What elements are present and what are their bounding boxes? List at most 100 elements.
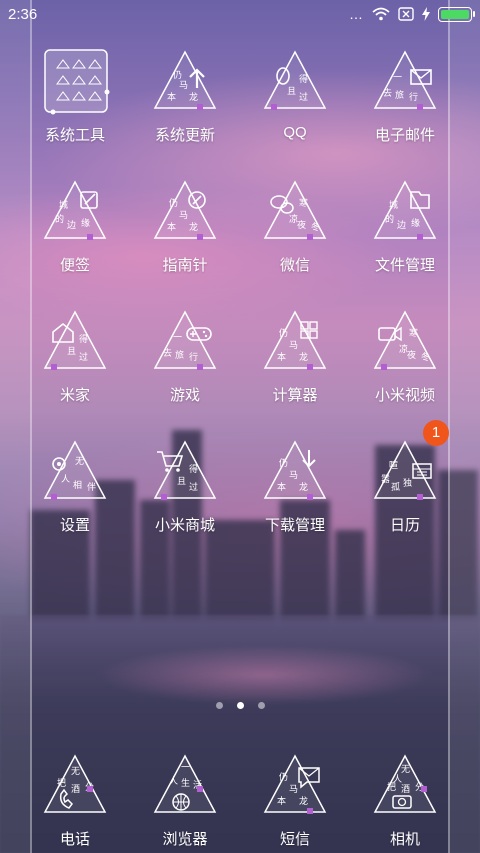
svg-text:马: 马: [179, 80, 188, 91]
app-label: 系统工具: [44, 127, 105, 144]
svg-text:孤: 孤: [391, 481, 400, 493]
svg-text:冬: 冬: [311, 221, 320, 233]
app-file-manager[interactable]: 城的边缘 文件管理: [350, 178, 460, 275]
svg-text:的: 的: [385, 213, 394, 225]
app-label: 小米商城: [154, 517, 215, 534]
app-system-tools[interactable]: 系统工具: [20, 48, 130, 145]
svg-text:龙: 龙: [299, 795, 308, 807]
note-icon: 城的边缘: [43, 178, 107, 242]
page-indicator[interactable]: [0, 702, 480, 709]
home-icon: 得且过: [43, 308, 107, 372]
app-messages[interactable]: 仍马本 龙 短信: [240, 752, 350, 849]
app-calendar[interactable]: 喧嚣孤独 1 日历: [350, 420, 460, 535]
svg-text:本: 本: [167, 91, 176, 103]
app-label: 下载管理: [264, 517, 325, 534]
status-bar: 2:36 …: [0, 0, 480, 28]
app-label: 设置: [59, 517, 90, 534]
svg-text:嚣: 嚣: [381, 474, 390, 485]
page-dot[interactable]: [215, 702, 223, 709]
app-games[interactable]: 一去旅行 游戏: [130, 308, 240, 405]
svg-text:城: 城: [59, 200, 68, 211]
app-label: 电话: [59, 831, 90, 848]
svg-text:得: 得: [79, 333, 88, 345]
app-system-update[interactable]: 仍马本 龙 系统更新: [130, 48, 240, 145]
svg-text:喧: 喧: [389, 459, 398, 471]
more-dots-icon: …: [349, 6, 364, 22]
file-icon: 城的边缘: [373, 178, 437, 242]
camera-icon: 无人把酒分: [373, 752, 437, 816]
app-notes[interactable]: 城的边缘 便签: [20, 178, 130, 275]
app-settings[interactable]: 无人相伴 设置: [20, 438, 130, 535]
mail-icon: 一去旅行: [373, 48, 437, 112]
svg-text:过: 过: [299, 91, 308, 103]
svg-text:夜: 夜: [407, 349, 416, 361]
svg-text:马: 马: [289, 470, 298, 481]
svg-text:无: 无: [71, 766, 80, 777]
app-mi-store[interactable]: 得且过 小米商城: [130, 438, 240, 535]
svg-text:生: 生: [181, 777, 190, 789]
app-label: 电子邮件: [374, 127, 435, 144]
svg-text:冬: 冬: [421, 351, 430, 363]
app-download-manager[interactable]: 仍马本 龙 下载管理: [240, 438, 350, 535]
video-icon: 寒凉夜冬: [373, 308, 437, 372]
compass-icon: 仍马本 龙: [153, 178, 217, 242]
app-wechat[interactable]: 寒凉夜冬 微信: [240, 178, 350, 275]
svg-text:龙: 龙: [299, 481, 308, 493]
wechat-icon: 寒凉夜冬: [263, 178, 327, 242]
app-browser[interactable]: 一人生活 浏览器: [130, 752, 240, 849]
svg-text:酒: 酒: [401, 784, 410, 795]
app-label: 短信: [279, 831, 310, 848]
app-label: 日历: [389, 517, 420, 534]
svg-text:酒: 酒: [71, 784, 80, 795]
svg-text:仍: 仍: [173, 69, 182, 81]
app-label: 浏览器: [162, 831, 208, 848]
svg-text:的: 的: [55, 213, 64, 225]
svg-text:寒: 寒: [299, 197, 308, 209]
app-label: 游戏: [169, 387, 200, 404]
app-mijia[interactable]: 得且过 米家: [20, 308, 130, 405]
svg-text:无: 无: [401, 764, 410, 775]
app-camera[interactable]: 无人把酒分 相机: [350, 752, 460, 849]
calculator-icon: 仍马本 龙: [263, 308, 327, 372]
app-phone[interactable]: 无把酒分 电话: [20, 752, 130, 849]
gamepad-icon: 一去旅行: [153, 308, 217, 372]
app-qq[interactable]: 得且过 QQ: [240, 48, 350, 141]
message-icon: 仍马本 龙: [263, 752, 327, 816]
svg-text:本: 本: [277, 481, 286, 493]
app-mi-video[interactable]: 寒凉夜冬 小米视频: [350, 308, 460, 405]
svg-text:马: 马: [289, 340, 298, 351]
app-calculator[interactable]: 仍马本 龙 计算器: [240, 308, 350, 405]
qq-icon: 得且过: [263, 48, 327, 112]
app-label: 系统更新: [154, 127, 215, 144]
svg-text:无: 无: [75, 456, 84, 467]
svg-text:寒: 寒: [409, 327, 418, 339]
page-dot[interactable]: [257, 702, 265, 709]
svg-text:边: 边: [67, 220, 76, 231]
svg-text:仍: 仍: [279, 327, 288, 339]
phone-icon: 无把酒分: [43, 752, 107, 816]
svg-text:相: 相: [73, 479, 82, 491]
app-email[interactable]: 一去旅行 电子邮件: [350, 48, 460, 145]
app-label: 小米视频: [374, 387, 435, 404]
svg-text:得: 得: [299, 73, 308, 85]
svg-text:龙: 龙: [299, 351, 308, 363]
page-dot-active[interactable]: [236, 702, 244, 709]
settings-icon: 无人相伴: [43, 438, 107, 502]
svg-text:且: 且: [287, 86, 296, 97]
battery-level: [440, 9, 469, 19]
app-label: 微信: [279, 257, 310, 274]
browser-icon: 一人生活: [153, 752, 217, 816]
folder-icon: [43, 48, 110, 115]
svg-text:人: 人: [169, 776, 178, 787]
svg-text:且: 且: [67, 346, 76, 357]
svg-text:旅: 旅: [395, 89, 404, 101]
app-label: 便签: [59, 257, 90, 274]
app-compass[interactable]: 仍马本 龙 指南针: [130, 178, 240, 275]
svg-text:去: 去: [163, 347, 172, 359]
app-label: QQ: [283, 124, 307, 141]
cart-icon: 得且过: [153, 438, 217, 502]
app-label: 指南针: [162, 257, 208, 274]
svg-text:过: 过: [189, 481, 198, 493]
notification-badge: 1: [423, 420, 449, 446]
svg-text:过: 过: [79, 351, 88, 363]
